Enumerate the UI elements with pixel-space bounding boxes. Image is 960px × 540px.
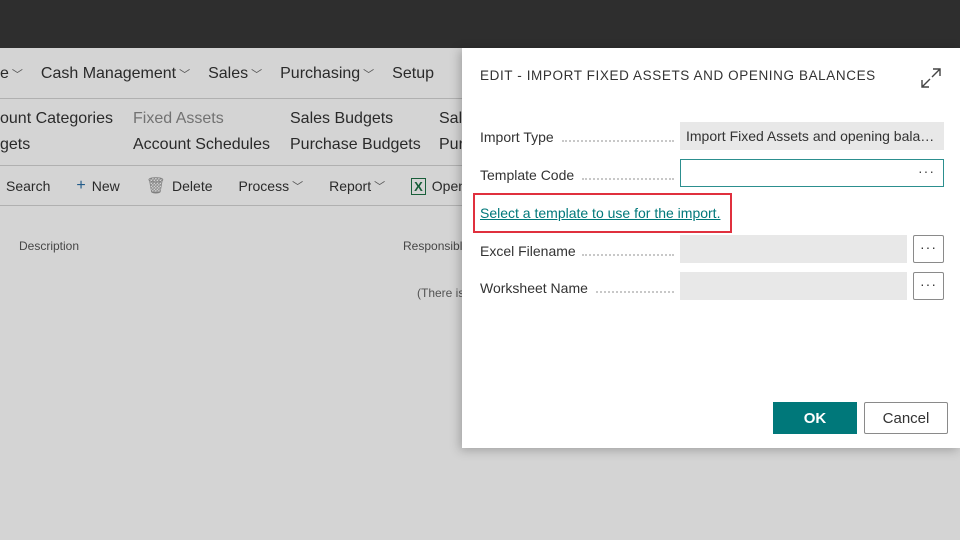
ok-button[interactable]: OK	[773, 402, 857, 434]
import-type-label: Import Type	[480, 129, 554, 145]
dialog-title: EDIT - IMPORT FIXED ASSETS AND OPENING B…	[480, 68, 876, 83]
excel-filename-field[interactable]	[680, 235, 907, 263]
leader-dots	[562, 140, 674, 142]
excel-filename-browse-button[interactable]: ···	[913, 235, 944, 263]
top-bar	[0, 0, 960, 48]
leader-dots	[596, 291, 674, 293]
leader-dots	[582, 254, 674, 256]
leader-dots	[582, 178, 674, 180]
highlight-box	[473, 193, 732, 233]
lookup-ellipsis-icon[interactable]: ···	[918, 163, 935, 179]
expand-icon[interactable]	[919, 66, 943, 90]
template-code-input[interactable]: ···	[680, 159, 944, 187]
cancel-button[interactable]: Cancel	[864, 402, 948, 434]
excel-filename-label: Excel Filename	[480, 243, 576, 259]
worksheet-name-field[interactable]	[680, 272, 907, 300]
worksheet-name-label: Worksheet Name	[480, 280, 588, 296]
worksheet-name-browse-button[interactable]: ···	[913, 272, 944, 300]
import-type-field: Import Fixed Assets and opening balances	[680, 122, 944, 150]
template-code-label: Template Code	[480, 167, 575, 183]
import-dialog: EDIT - IMPORT FIXED ASSETS AND OPENING B…	[462, 48, 960, 448]
